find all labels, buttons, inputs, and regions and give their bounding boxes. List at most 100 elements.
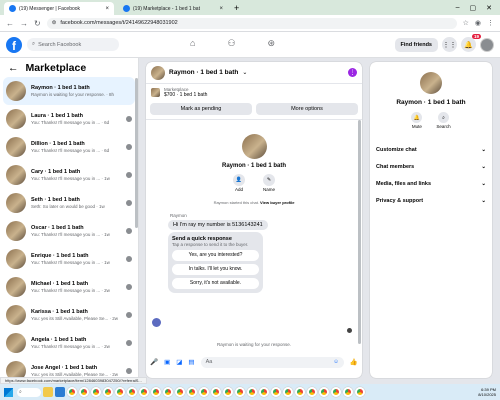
chrome-taskbar-icon[interactable] [283, 387, 293, 397]
chrome-taskbar-icon[interactable] [175, 387, 185, 397]
chrome-taskbar-icon[interactable] [259, 387, 269, 397]
facebook-search-input[interactable]: ⌕ Search Facebook [27, 38, 119, 51]
menu-grid-icon[interactable]: ⋮⋮ [442, 37, 457, 52]
groups-icon[interactable]: ⊛ [268, 38, 276, 49]
back-arrow-icon[interactable]: ← [8, 62, 19, 74]
listing-summary[interactable]: Marketplace $700 · 1 bed 1 bath [146, 84, 362, 101]
more-options-button[interactable]: More options [256, 103, 358, 115]
chrome-taskbar-icon[interactable] [295, 387, 305, 397]
quick-response-subtitle: Tap a response to send it to the buyer. [172, 242, 249, 247]
find-friends-button[interactable]: Find friends [394, 37, 438, 52]
chat-list-item[interactable]: Angela · 1 bed 1 bath You: Thanks! I'll m… [0, 329, 138, 357]
chrome-taskbar-icon[interactable] [271, 387, 281, 397]
chevron-down-icon[interactable]: ⌄ [242, 69, 247, 76]
chat-list-item[interactable]: Oscar · 1 bed 1 bath You: Thanks! I'll me… [0, 217, 138, 245]
taskbar-search-icon[interactable]: ⌕ [17, 387, 41, 397]
chrome-taskbar-icon[interactable] [331, 387, 341, 397]
windows-start-icon[interactable] [4, 387, 13, 397]
chrome-taskbar-icon[interactable] [151, 387, 161, 397]
chrome-taskbar-icon[interactable] [199, 387, 209, 397]
microphone-icon[interactable]: 🎤 [150, 358, 158, 366]
new-tab-button[interactable]: + [228, 3, 245, 13]
app-icon[interactable] [55, 387, 65, 397]
emoji-icon[interactable]: ☺ [333, 359, 339, 365]
media-files-links-row[interactable]: Media, files and links ⌄ [370, 175, 492, 192]
account-avatar[interactable] [480, 37, 494, 52]
chrome-taskbar-icon[interactable] [163, 387, 173, 397]
file-explorer-icon[interactable] [43, 387, 53, 397]
close-window-icon[interactable]: ✕ [486, 4, 492, 12]
chrome-taskbar-icon[interactable] [343, 387, 353, 397]
chat-list-item[interactable]: Raymon · 1 bed 1 bath Raymon is waiting f… [3, 77, 135, 105]
chat-scrollbar[interactable] [358, 120, 361, 344]
chat-list-item[interactable]: Michael · 1 bed 1 bath You: Thanks! I'll … [0, 273, 138, 301]
close-tab-icon[interactable]: × [105, 6, 109, 12]
home-icon[interactable]: ⌂ [190, 38, 195, 49]
chrome-taskbar-icon[interactable] [319, 387, 329, 397]
chat-members-row[interactable]: Chat members ⌄ [370, 158, 492, 175]
chrome-taskbar-icon[interactable] [67, 387, 77, 397]
incoming-message[interactable]: Hi I'm ray my number is 5136143241 [168, 220, 268, 230]
chrome-taskbar-icon[interactable] [187, 387, 197, 397]
chat-list-item[interactable]: Jose Angel · 1 bed 1 bath You: yes its St… [0, 357, 138, 378]
reload-icon[interactable]: ↻ [34, 19, 41, 28]
view-buyer-profile-link[interactable]: View buyer profile [260, 200, 294, 205]
site-info-icon[interactable]: ⊜ [52, 20, 57, 26]
chrome-taskbar-icon[interactable] [355, 387, 365, 397]
address-bar[interactable]: ⊜ facebook.com/messages/t/24149622948031… [46, 17, 457, 29]
gif-icon[interactable]: ▤ [188, 358, 194, 366]
menu-kebab-icon[interactable]: ⋮ [487, 19, 494, 27]
chrome-taskbar-icon[interactable] [235, 387, 245, 397]
profile-icon[interactable]: ◉ [475, 19, 481, 27]
privacy-support-row[interactable]: Privacy & support ⌄ [370, 192, 492, 209]
facebook-logo[interactable]: f [6, 36, 22, 53]
search-action[interactable]: ⌕ Search [436, 112, 451, 129]
mark-as-pending-button[interactable]: Mark as pending [150, 103, 252, 115]
name-action[interactable]: ✎ Name [262, 174, 275, 192]
friends-icon[interactable]: ⚇ [227, 38, 235, 49]
chat-list-name: Laura · 1 bed 1 bath [31, 113, 83, 119]
add-action[interactable]: 👤 Add [232, 174, 245, 192]
image-icon[interactable]: ▣ [164, 358, 170, 366]
chrome-taskbar-icon[interactable] [103, 387, 113, 397]
chat-list-item[interactable]: Laura · 1 bed 1 bath You: Thanks! I'll me… [0, 105, 138, 133]
quick-response-talks-button[interactable]: In talks. I'll let you know. [172, 264, 259, 275]
chrome-taskbar-icon[interactable] [115, 387, 125, 397]
chat-list-text: Seth · 1 bed 1 bath Seth: So later on wou… [31, 197, 121, 209]
chat-listing-thumbnail[interactable] [151, 65, 165, 80]
bookmark-star-icon[interactable]: ☆ [463, 19, 469, 27]
message-input[interactable]: Aa ☺ [200, 356, 344, 368]
sidebar-scrollbar[interactable] [135, 78, 138, 228]
chrome-taskbar-icon[interactable] [91, 387, 101, 397]
taskbar-clock[interactable]: 6:39 PM 8/10/2025 [478, 387, 496, 397]
chat-list-item[interactable]: Cary · 1 bed 1 bath You: Thanks! I'll mes… [0, 161, 138, 189]
chrome-taskbar-icon[interactable] [79, 387, 89, 397]
customize-chat-row[interactable]: Customize chat ⌄ [370, 141, 492, 158]
quick-response-yes-button[interactable]: Yes, are you interested? [172, 250, 259, 261]
chevron-down-icon: ⌄ [481, 197, 486, 204]
notifications-bell-icon[interactable]: 🔔 19 [461, 34, 481, 52]
chrome-taskbar-icon[interactable] [247, 387, 257, 397]
close-tab-icon[interactable]: × [219, 6, 223, 12]
maximize-icon[interactable]: ▢ [470, 4, 477, 12]
quick-response-sorry-button[interactable]: Sorry, it's not available. [172, 278, 259, 289]
chrome-taskbar-icon[interactable] [139, 387, 149, 397]
chrome-taskbar-icon[interactable] [307, 387, 317, 397]
chrome-taskbar-icon[interactable] [223, 387, 233, 397]
info-icon[interactable]: ⋮ [348, 68, 357, 77]
mute-action[interactable]: 🔔 Mute [411, 112, 423, 129]
chat-list-item[interactable]: Seth · 1 bed 1 bath Seth: So later on wou… [0, 189, 138, 217]
chat-list-item[interactable]: Karissa · 1 bed 1 bath You: yes its Still… [0, 301, 138, 329]
browser-tab-messenger[interactable]: (19) Messenger | Facebook × [4, 2, 114, 15]
forward-icon[interactable]: → [20, 19, 28, 28]
back-icon[interactable]: ← [6, 19, 14, 28]
browser-tab-marketplace[interactable]: (19) Marketplace - 1 bed 1 bat × [118, 2, 228, 15]
chat-list-item[interactable]: Dillion · 1 bed 1 bath You: Thanks! I'll … [0, 133, 138, 161]
thumbs-up-icon[interactable]: 👍 [350, 358, 358, 366]
chat-list-item[interactable]: Enrique · 1 bed 1 bath You: Thanks! I'll … [0, 245, 138, 273]
chrome-taskbar-icon[interactable] [127, 387, 137, 397]
chrome-taskbar-icon[interactable] [211, 387, 221, 397]
sticker-icon[interactable]: ◪ [176, 358, 182, 366]
minimize-icon[interactable]: – [456, 4, 460, 12]
chat-title[interactable]: Raymon · 1 bed 1 bath [169, 69, 238, 76]
